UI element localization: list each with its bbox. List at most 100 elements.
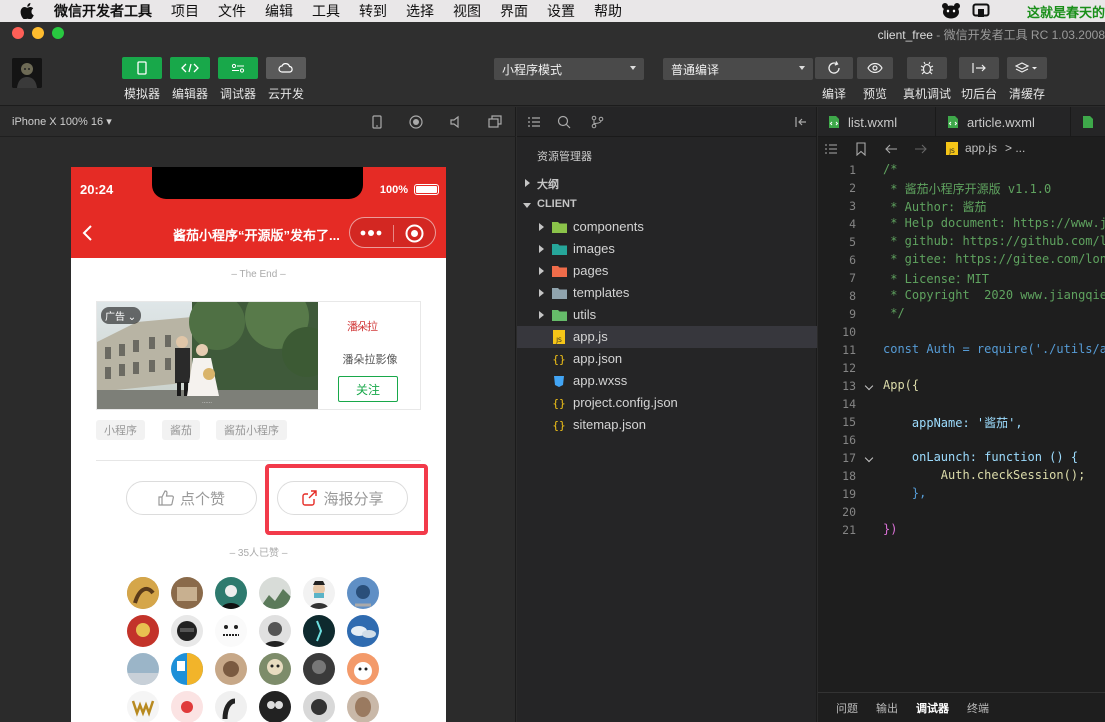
menu-file[interactable]: 文件: [218, 1, 246, 21]
editor-toggle-button[interactable]: [170, 57, 210, 79]
file-item[interactable]: {} app.json: [517, 348, 817, 370]
collapse-panel-icon[interactable]: [794, 115, 808, 129]
remote-debug-button[interactable]: [907, 57, 947, 79]
avatar[interactable]: [347, 577, 379, 609]
folder-item[interactable]: utils: [517, 304, 817, 326]
avatar[interactable]: [303, 691, 335, 722]
tag-chip[interactable]: 酱茄: [162, 420, 200, 440]
avatar[interactable]: [215, 691, 247, 722]
record-icon[interactable]: [409, 115, 423, 129]
tab-list-wxml[interactable]: list.wxml: [818, 107, 936, 137]
avatar[interactable]: [127, 577, 159, 609]
folder-item[interactable]: pages: [517, 260, 817, 282]
avatar[interactable]: [259, 615, 291, 647]
menu-goto[interactable]: 转到: [359, 1, 387, 21]
tag-chip[interactable]: 酱茄小程序: [216, 420, 287, 440]
avatar[interactable]: [127, 691, 159, 722]
avatar[interactable]: [259, 691, 291, 722]
like-button[interactable]: 点个赞: [126, 481, 257, 515]
phone-icon[interactable]: [370, 115, 384, 129]
list-icon[interactable]: [527, 115, 541, 129]
menu-tools[interactable]: 工具: [312, 1, 340, 21]
file-item[interactable]: {} sitemap.json: [517, 414, 817, 436]
fold-chevron-icon[interactable]: [864, 453, 874, 463]
ad-card[interactable]: …… 广告 ⌄ 潘朵拉 潘朵拉影像 关注: [96, 301, 421, 410]
list-icon[interactable]: [824, 143, 838, 155]
zoom-window-button[interactable]: [52, 27, 64, 39]
screen-share-status-icon[interactable]: [971, 3, 991, 19]
minimize-window-button[interactable]: [32, 27, 44, 39]
project-section[interactable]: CLIENT: [517, 194, 817, 216]
cloud-dev-button[interactable]: [266, 57, 306, 79]
menu-project[interactable]: 项目: [171, 1, 199, 21]
back-icon[interactable]: [81, 224, 95, 242]
avatar[interactable]: [215, 653, 247, 685]
source-control-icon[interactable]: [590, 115, 604, 129]
arrow-forward-icon[interactable]: [914, 143, 928, 155]
more-icon[interactable]: [360, 230, 382, 236]
close-miniprogram-icon[interactable]: [405, 224, 424, 243]
compile-button[interactable]: [815, 57, 853, 79]
folder-item[interactable]: components: [517, 216, 817, 238]
avatar[interactable]: [259, 577, 291, 609]
menu-app-name[interactable]: 微信开发者工具: [54, 1, 152, 21]
tab-overflow[interactable]: [1072, 107, 1105, 137]
file-item[interactable]: JS app.js: [517, 326, 817, 348]
follow-button[interactable]: 关注: [338, 376, 398, 402]
breadcrumb-more[interactable]: > ...: [1005, 141, 1025, 155]
menu-edit[interactable]: 编辑: [265, 1, 293, 21]
avatar[interactable]: [127, 615, 159, 647]
avatar[interactable]: [347, 691, 379, 722]
avatar[interactable]: [303, 615, 335, 647]
bookmark-icon[interactable]: [856, 142, 866, 156]
user-avatar[interactable]: [12, 58, 42, 88]
avatar[interactable]: [303, 577, 335, 609]
avatar[interactable]: [347, 615, 379, 647]
volume-icon[interactable]: [449, 115, 463, 129]
file-item[interactable]: app.wxss: [517, 370, 817, 392]
menu-view[interactable]: 视图: [453, 1, 481, 21]
avatar[interactable]: [215, 615, 247, 647]
compile-mode-select[interactable]: 普通编译: [663, 58, 813, 80]
avatar[interactable]: [303, 653, 335, 685]
ad-tag[interactable]: 广告 ⌄: [101, 307, 142, 324]
avatar[interactable]: [171, 691, 203, 722]
switch-background-button[interactable]: [959, 57, 999, 79]
breadcrumb-file[interactable]: app.js: [965, 141, 997, 155]
outline-section[interactable]: 大纲: [517, 172, 817, 194]
tab-problems[interactable]: 问题: [836, 700, 858, 716]
close-window-button[interactable]: [12, 27, 24, 39]
menu-help[interactable]: 帮助: [594, 1, 622, 21]
avatar[interactable]: [347, 653, 379, 685]
folder-item[interactable]: images: [517, 238, 817, 260]
device-select[interactable]: iPhone X 100% 16 ▾: [12, 115, 112, 128]
tab-terminal[interactable]: 终端: [967, 700, 989, 716]
menu-settings[interactable]: 设置: [547, 1, 575, 21]
apple-icon[interactable]: [20, 3, 34, 19]
simulator-toggle-button[interactable]: [122, 57, 162, 79]
menu-interface[interactable]: 界面: [500, 1, 528, 21]
avatar[interactable]: [171, 577, 203, 609]
fold-chevron-icon[interactable]: [864, 381, 874, 391]
popout-icon[interactable]: [488, 115, 502, 129]
arrow-back-icon[interactable]: [884, 143, 898, 155]
tab-output[interactable]: 输出: [876, 700, 898, 716]
ad-image[interactable]: …… 广告 ⌄: [97, 302, 318, 409]
tab-article-wxml[interactable]: article.wxml: [937, 107, 1071, 137]
clear-cache-button[interactable]: [1007, 57, 1047, 79]
tab-debugger[interactable]: 调试器: [916, 700, 949, 716]
file-item[interactable]: {} project.config.json: [517, 392, 817, 414]
tag-chip[interactable]: 小程序: [96, 420, 145, 440]
mode-select[interactable]: 小程序模式: [494, 58, 644, 80]
avatar[interactable]: [171, 653, 203, 685]
avatar[interactable]: [171, 615, 203, 647]
bear-status-icon[interactable]: [941, 3, 961, 19]
avatar[interactable]: [127, 653, 159, 685]
debugger-toggle-button[interactable]: [218, 57, 258, 79]
search-icon[interactable]: [557, 115, 571, 129]
menu-select[interactable]: 选择: [406, 1, 434, 21]
folder-item[interactable]: templates: [517, 282, 817, 304]
avatar[interactable]: [259, 653, 291, 685]
avatar[interactable]: [215, 577, 247, 609]
preview-button[interactable]: [857, 57, 893, 79]
